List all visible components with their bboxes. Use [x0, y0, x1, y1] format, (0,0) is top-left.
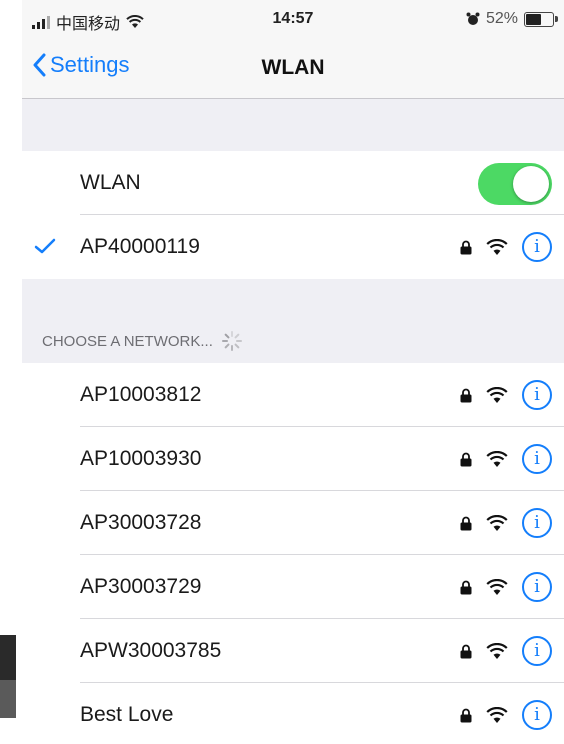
wlan-toggle-row: WLAN	[22, 151, 564, 215]
battery-icon	[524, 11, 558, 27]
wifi-icon	[486, 642, 508, 659]
network-row[interactable]: Best Love i	[22, 683, 564, 744]
status-right: 52%	[466, 10, 558, 28]
page-title: WLAN	[261, 56, 325, 79]
info-icon[interactable]: i	[522, 700, 552, 730]
network-row[interactable]: APW30003785 i	[22, 619, 564, 683]
lock-icon	[460, 388, 472, 402]
settings-screen: 中国移动 14:57 52% Settings WLAN WLAN AP4000…	[22, 0, 564, 744]
info-icon[interactable]: i	[522, 572, 552, 602]
network-status-icons: i	[460, 683, 552, 744]
background-edge-light	[0, 680, 16, 718]
spinner-icon	[221, 330, 243, 352]
network-name: AP10003930	[80, 447, 202, 470]
network-name: AP10003812	[80, 383, 202, 406]
wifi-icon	[486, 450, 508, 467]
network-status-icons: i	[460, 491, 552, 555]
info-icon[interactable]: i	[522, 380, 552, 410]
wlan-group: WLAN AP40000119 i	[22, 151, 564, 279]
network-name: APW30003785	[80, 639, 222, 662]
info-icon[interactable]: i	[522, 636, 552, 666]
navigation-bar: Settings WLAN	[22, 40, 564, 99]
network-status-icons: i	[460, 619, 552, 683]
wifi-icon	[486, 238, 508, 255]
lock-icon	[460, 580, 472, 594]
info-icon[interactable]: i	[522, 232, 552, 262]
wifi-icon	[486, 514, 508, 531]
network-status-icons: i	[460, 215, 552, 279]
alarm-icon	[466, 12, 480, 25]
battery-percent: 52%	[485, 10, 518, 27]
lock-icon	[460, 516, 472, 530]
lock-icon	[460, 240, 472, 254]
wlan-toggle[interactable]	[478, 163, 552, 205]
wifi-icon	[486, 706, 508, 723]
network-status-icons: i	[460, 363, 552, 427]
wifi-icon	[486, 578, 508, 595]
lock-icon	[460, 708, 472, 722]
wlan-label: WLAN	[80, 171, 141, 194]
section-header-label: CHOOSE A NETWORK...	[42, 332, 213, 350]
network-status-icons: i	[460, 555, 552, 619]
status-bar: 中国移动 14:57 52%	[22, 0, 564, 40]
network-row[interactable]: AP10003930 i	[22, 427, 564, 491]
checkmark-icon	[34, 238, 56, 254]
lock-icon	[460, 452, 472, 466]
network-row[interactable]: AP30003729 i	[22, 555, 564, 619]
connected-network-name: AP40000119	[80, 235, 200, 258]
battery-fill	[526, 13, 541, 25]
network-name: AP30003729	[80, 575, 202, 598]
toggle-knob	[513, 166, 549, 202]
network-name: Best Love	[80, 703, 174, 726]
network-list: AP10003812 i AP10003930 i AP30003728 i AP30003…	[22, 363, 564, 744]
network-name: AP30003728	[80, 511, 202, 534]
network-status-icons: i	[460, 427, 552, 491]
info-icon[interactable]: i	[522, 444, 552, 474]
network-row[interactable]: AP30003728 i	[22, 491, 564, 555]
wifi-icon	[486, 386, 508, 403]
connected-network-row[interactable]: AP40000119 i	[22, 215, 564, 279]
lock-icon	[460, 644, 472, 658]
info-icon[interactable]: i	[522, 508, 552, 538]
section-header: CHOOSE A NETWORK...	[42, 330, 243, 352]
network-row[interactable]: AP10003812 i	[22, 363, 564, 427]
